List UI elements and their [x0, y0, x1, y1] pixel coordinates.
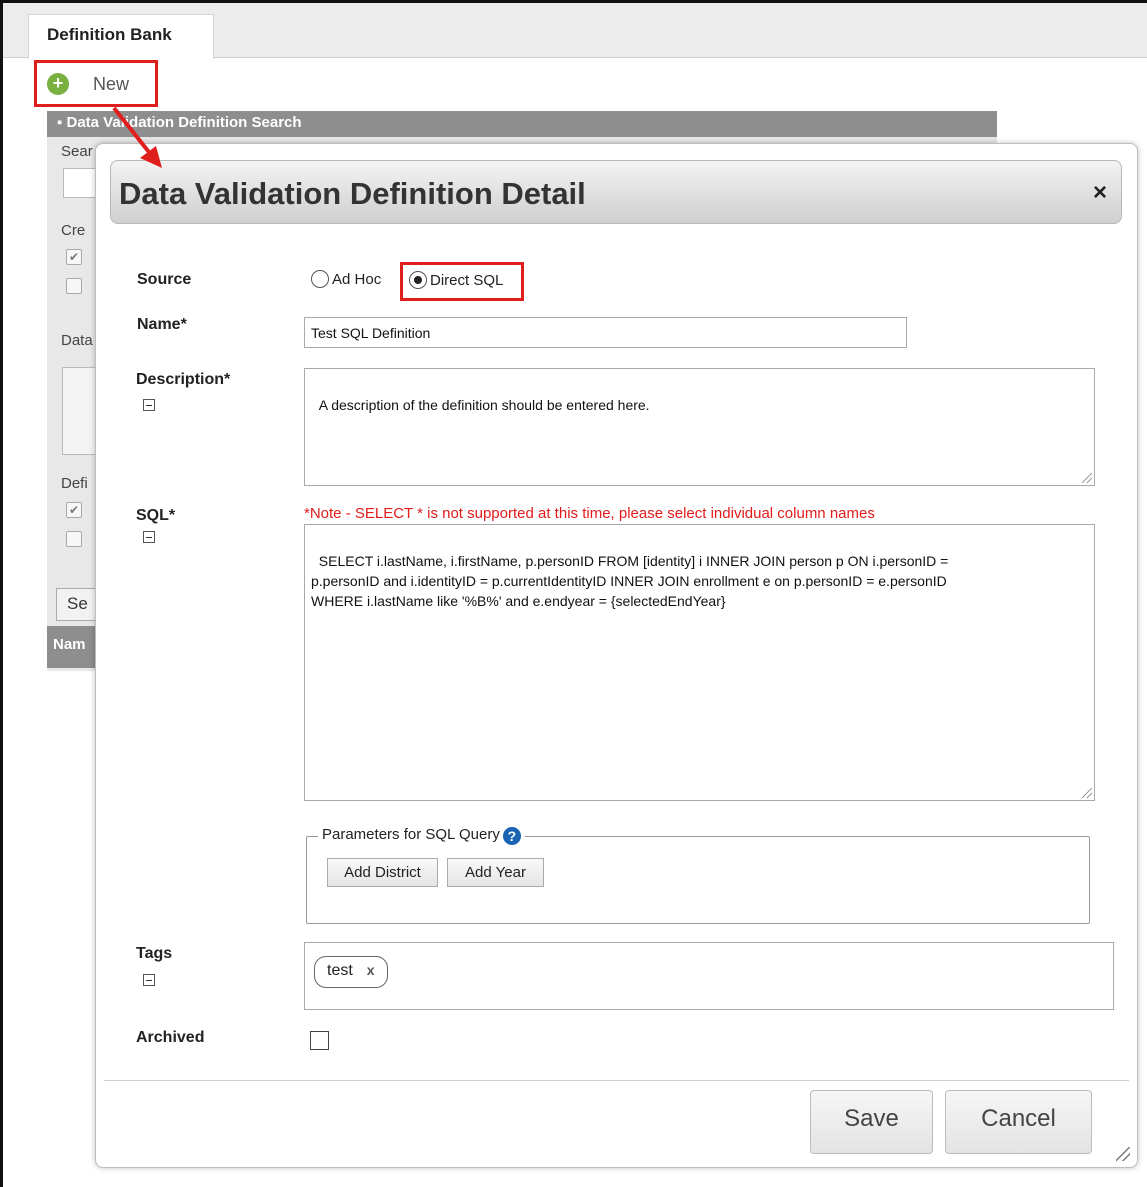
tag-chip: test x — [314, 956, 388, 988]
modal-header: Data Validation Definition Detail × — [110, 160, 1122, 224]
new-button-label: New — [93, 74, 130, 94]
parameters-legend-text: Parameters for SQL Query — [322, 826, 500, 843]
name-label: Name* — [137, 316, 187, 333]
callout-arrow-icon — [112, 106, 162, 168]
close-icon[interactable]: × — [1093, 179, 1107, 207]
source-label: Source — [137, 271, 192, 288]
add-year-button[interactable]: Add Year — [447, 858, 544, 887]
help-icon[interactable]: ? — [502, 827, 521, 845]
tags-input[interactable]: test x — [304, 942, 1114, 1010]
data-label: Data — [61, 332, 93, 349]
direct-sql-radio[interactable] — [409, 271, 427, 290]
description-text: A description of the definition should b… — [318, 397, 650, 413]
definition-label: Defi — [61, 475, 88, 492]
sql-textarea[interactable]: SELECT i.lastName, i.firstName, p.person… — [304, 524, 1095, 801]
created-label: Cre — [61, 222, 86, 239]
search-panel-header[interactable]: ▪ Data Validation Definition Search — [47, 111, 997, 137]
parameters-legend: Parameters for SQL Query? — [318, 826, 525, 845]
definition-checkbox-1[interactable]: ✔ — [66, 502, 82, 518]
description-collapse-icon[interactable] — [143, 399, 155, 411]
adhoc-radio[interactable] — [311, 270, 329, 289]
tags-collapse-icon[interactable] — [143, 974, 155, 986]
search-label: Sear — [61, 143, 93, 160]
sql-note: *Note - SELECT * is not supported at thi… — [304, 505, 875, 522]
direct-sql-label: Direct SQL — [430, 271, 504, 289]
archived-checkbox[interactable] — [310, 1031, 329, 1050]
definition-checkbox-2[interactable] — [66, 531, 82, 547]
name-input[interactable]: Test SQL Definition — [304, 317, 907, 348]
created-checkbox-2[interactable] — [66, 278, 82, 294]
adhoc-label: Ad Hoc — [332, 270, 382, 288]
modal-resize-icon[interactable] — [1116, 1147, 1130, 1161]
cancel-button[interactable]: Cancel — [945, 1090, 1092, 1154]
archived-label: Archived — [136, 1029, 205, 1046]
source-option-direct-sql[interactable]: Direct SQL — [400, 262, 524, 301]
modal-title: Data Validation Definition Detail — [119, 176, 586, 211]
sql-label: SQL* — [136, 507, 176, 524]
tab-definition-bank[interactable]: Definition Bank — [28, 14, 214, 59]
sql-text: SELECT i.lastName, i.firstName, p.person… — [311, 553, 949, 609]
resize-grip-icon[interactable] — [1082, 788, 1092, 798]
save-button[interactable]: Save — [810, 1090, 933, 1154]
plus-icon: + — [47, 73, 69, 95]
description-label: Description* — [136, 371, 231, 388]
tag-text: test — [327, 962, 353, 979]
source-option-adhoc[interactable]: Ad Hoc — [311, 270, 382, 289]
sql-collapse-icon[interactable] — [143, 531, 155, 543]
remove-tag-icon[interactable]: x — [367, 962, 375, 978]
resize-grip-icon[interactable] — [1082, 473, 1092, 483]
collapse-icon: ▪ — [57, 114, 67, 131]
footer-divider — [104, 1080, 1129, 1081]
add-district-button[interactable]: Add District — [327, 858, 438, 887]
created-checkbox-1[interactable]: ✔ — [66, 249, 82, 265]
description-textarea[interactable]: A description of the definition should b… — [304, 368, 1095, 486]
tags-label: Tags — [136, 945, 173, 962]
